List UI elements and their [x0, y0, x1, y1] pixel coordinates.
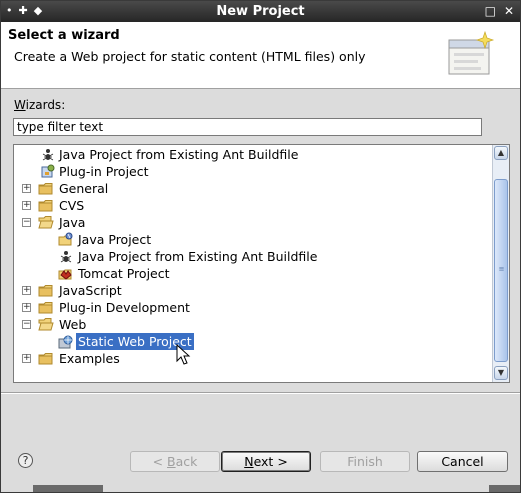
tree-item-label: JavaScript — [59, 283, 122, 298]
folder-icon — [38, 300, 54, 315]
tree-item-selected[interactable]: Static Web Project — [14, 332, 492, 351]
tree-item[interactable]: − Java — [14, 214, 492, 231]
tree-item[interactable]: + Plug-in Development — [14, 299, 492, 316]
tree-item[interactable]: Java Project — [14, 231, 492, 248]
new-project-window: • ✚ ◆ New Project □ ✕ Select a wizard Cr… — [0, 0, 521, 493]
folder-icon — [38, 181, 54, 196]
folder-icon — [38, 198, 54, 213]
expand-icon[interactable]: + — [22, 201, 31, 210]
back-button[interactable]: < Back — [130, 451, 220, 472]
folder-open-icon — [38, 317, 54, 332]
expand-icon[interactable]: + — [22, 303, 31, 312]
help-icon[interactable]: ? — [18, 453, 33, 468]
tree-item[interactable]: − Web — [14, 316, 492, 333]
tree-item-label: Plug-in Project — [59, 164, 149, 179]
wizard-banner: Select a wizard Create a Web project for… — [1, 22, 520, 89]
window-title: New Project — [216, 4, 305, 19]
bottom-strip — [1, 485, 520, 492]
tree-item-label: Java Project from Existing Ant Buildfile — [78, 249, 318, 264]
title-bar[interactable]: • ✚ ◆ New Project □ ✕ — [1, 1, 520, 22]
expand-icon[interactable]: + — [22, 354, 31, 363]
next-suffix: > — [273, 454, 288, 469]
tree-item[interactable]: + Examples — [14, 350, 492, 367]
folder-icon — [38, 283, 54, 298]
ant-icon — [40, 147, 56, 162]
tree-item-label: Java Project from Existing Ant Buildfile — [59, 147, 299, 162]
banner-description: Create a Web project for static content … — [14, 49, 366, 64]
tree-item[interactable]: + JavaScript — [14, 282, 492, 299]
banner-title: Select a wizard — [8, 28, 120, 43]
tree-item[interactable]: Java Project from Existing Ant Buildfile — [14, 248, 492, 265]
tree-item[interactable]: Tomcat Project — [14, 265, 492, 282]
taskbar-fragment-right — [489, 485, 520, 492]
scroll-down-icon[interactable]: ▼ — [494, 366, 508, 380]
next-rest: ext — [253, 454, 274, 469]
wizards-label: Wizards: — [14, 98, 65, 112]
tree-item-label: Web — [59, 317, 87, 332]
web-project-icon — [58, 334, 74, 349]
mouse-pointer-icon — [176, 344, 191, 365]
cancel-button[interactable]: Cancel — [417, 451, 508, 472]
wizards-label-rest: izards: — [25, 98, 66, 112]
plugin-project-icon — [40, 164, 56, 179]
expand-icon[interactable]: + — [22, 184, 31, 193]
back-prefix: < — [152, 454, 168, 469]
expand-icon[interactable]: + — [22, 286, 31, 295]
folder-icon — [38, 351, 54, 366]
tomcat-icon — [58, 266, 74, 281]
tree-item[interactable]: Plug-in Project — [14, 163, 492, 180]
footer-separator — [1, 392, 520, 394]
ant-icon — [58, 249, 74, 264]
java-project-icon — [58, 232, 74, 247]
title-bar-right-icons: □ ✕ — [485, 3, 514, 19]
back-accel: B — [167, 454, 176, 469]
next-accel: N — [244, 454, 254, 469]
new-wizard-icon — [448, 30, 495, 75]
tree-item-label: Plug-in Development — [59, 300, 190, 315]
tree-item[interactable]: + General — [14, 180, 492, 197]
tree-item[interactable]: Java Project from Existing Ant Buildfile — [14, 146, 492, 163]
folder-open-icon — [38, 215, 54, 230]
tree-item-label: Java Project — [78, 232, 152, 247]
tree-item-label: Java — [59, 215, 86, 230]
scroll-thumb[interactable]: ≡ — [494, 179, 508, 362]
tree-item-label: CVS — [59, 198, 85, 213]
back-rest: ack — [175, 454, 198, 469]
next-button[interactable]: Next > — [221, 451, 311, 472]
finish-button[interactable]: Finish — [320, 451, 410, 472]
collapse-icon[interactable]: − — [22, 218, 31, 227]
collapse-icon[interactable]: − — [22, 320, 31, 329]
tree-item-label: General — [59, 181, 109, 196]
scroll-grip-icon: ≡ — [498, 265, 505, 273]
tree-item-label: Examples — [59, 351, 120, 366]
taskbar-fragment — [33, 485, 103, 492]
tree-item[interactable]: + CVS — [14, 197, 492, 214]
wizard-tree[interactable]: Java Project from Existing Ant Buildfile… — [13, 144, 510, 383]
close-icon[interactable]: ✕ — [504, 3, 514, 19]
wizards-label-accel: W — [14, 98, 26, 112]
wizard-filter-input[interactable] — [13, 118, 482, 136]
tree-item-label: Tomcat Project — [78, 266, 170, 281]
maximize-icon[interactable]: □ — [485, 3, 496, 19]
tree-vertical-scrollbar[interactable]: ▲ ≡ ▼ — [492, 145, 509, 382]
scroll-up-icon[interactable]: ▲ — [494, 146, 508, 160]
